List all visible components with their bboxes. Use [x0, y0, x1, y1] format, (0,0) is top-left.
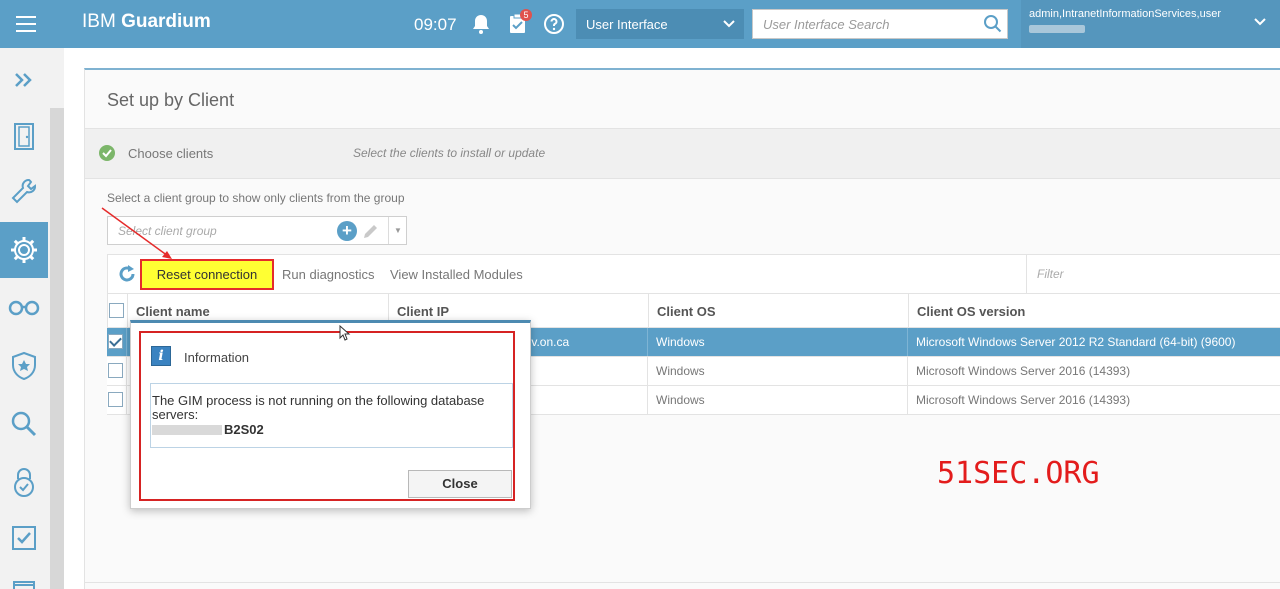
watermark: 51SEC.ORG: [937, 456, 1100, 491]
redacted-host: [152, 425, 222, 435]
information-dialog: i Information The GIM process is not run…: [130, 320, 531, 509]
close-button[interactable]: Close: [408, 470, 512, 498]
message-text: The GIM process is not running on the fo…: [152, 393, 485, 422]
dialog-message: The GIM process is not running on the fo…: [150, 383, 513, 448]
info-icon: i: [151, 346, 171, 366]
dialog-title: Information: [184, 350, 250, 365]
server-name: B2S02: [224, 422, 264, 437]
cursor-icon: [339, 325, 351, 341]
server-line: B2S02: [152, 423, 512, 437]
